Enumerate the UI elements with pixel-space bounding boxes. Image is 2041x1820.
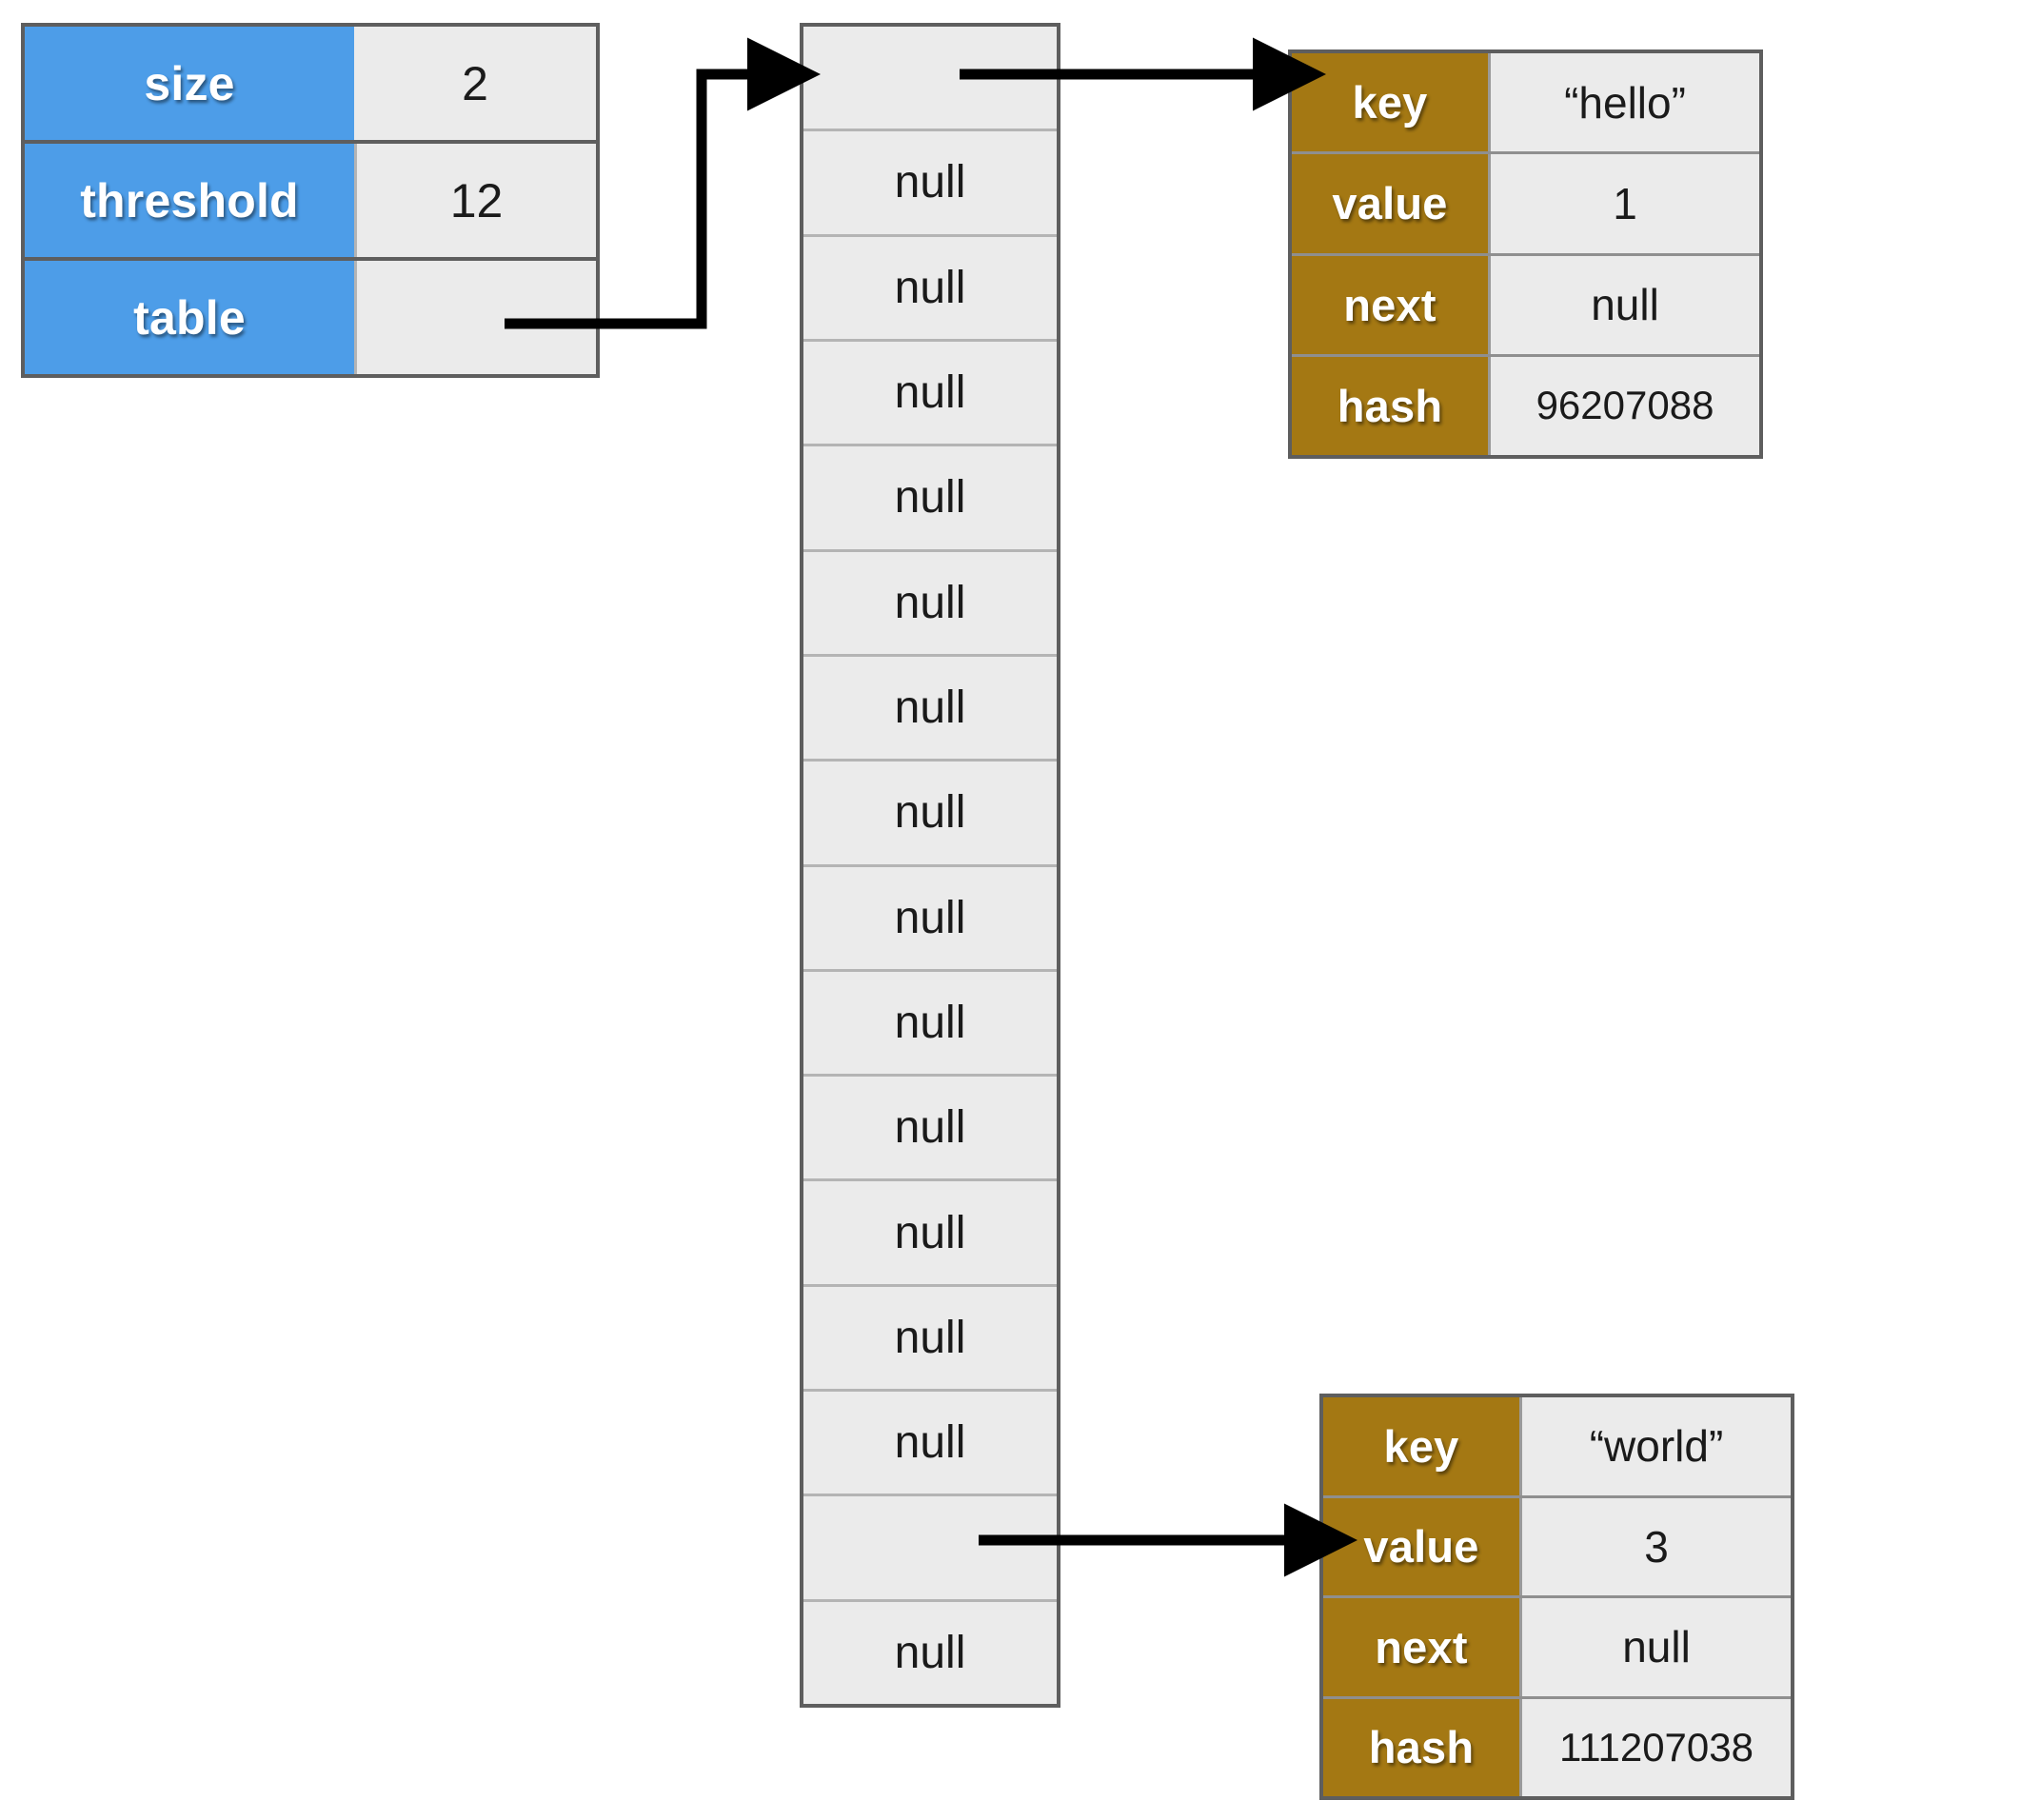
entry-world-field-hash: hash 111207038 [1323, 1698, 1791, 1796]
entry-node-world: key “world” value 3 next null hash 11120… [1319, 1394, 1794, 1800]
field-label-key: key [1292, 53, 1488, 152]
field-value-next: null [1519, 1598, 1791, 1696]
field-value-hash: 111207038 [1519, 1698, 1791, 1796]
field-label-next: next [1323, 1598, 1519, 1696]
bucket-cell-1: null [803, 131, 1057, 237]
bucket-cell-14 [803, 1496, 1057, 1602]
field-label-next: next [1292, 255, 1488, 354]
entry-hello-field-value: value 1 [1292, 154, 1759, 256]
bucket-cell-8: null [803, 866, 1057, 972]
field-label-table: table [25, 261, 354, 374]
field-label-value: value [1292, 154, 1488, 253]
bucket-cell-5: null [803, 551, 1057, 657]
hashmap-object: size 2 threshold 12 table [21, 23, 600, 378]
entry-hello-field-key: key “hello” [1292, 53, 1759, 155]
field-value-size: 2 [354, 27, 596, 140]
field-value-next: null [1488, 255, 1759, 354]
field-label-key: key [1323, 1397, 1519, 1495]
diagram-canvas: size 2 threshold 12 table null null null… [0, 0, 2041, 1820]
bucket-cell-2: null [803, 236, 1057, 342]
bucket-cell-12: null [803, 1286, 1057, 1393]
bucket-cell-7: null [803, 762, 1057, 867]
bucket-cell-15: null [803, 1601, 1057, 1704]
entry-hello-field-hash: hash 96207088 [1292, 356, 1759, 455]
field-value-threshold: 12 [354, 144, 596, 257]
bucket-cell-13: null [803, 1392, 1057, 1497]
entry-world-field-next: next null [1323, 1598, 1791, 1699]
field-label-hash: hash [1323, 1698, 1519, 1796]
field-value-table [354, 261, 596, 374]
hashmap-field-size: size 2 [25, 27, 596, 144]
bucket-cell-3: null [803, 341, 1057, 447]
bucket-cell-4: null [803, 446, 1057, 552]
bucket-cell-0 [803, 27, 1057, 132]
field-value-key: “hello” [1488, 53, 1759, 152]
entry-hello-field-next: next null [1292, 255, 1759, 357]
entry-node-hello: key “hello” value 1 next null hash 96207… [1288, 49, 1763, 459]
field-label-value: value [1323, 1497, 1519, 1595]
field-value-value: 1 [1488, 154, 1759, 253]
entry-world-field-key: key “world” [1323, 1397, 1791, 1498]
field-label-hash: hash [1292, 356, 1488, 455]
field-value-value: 3 [1519, 1497, 1791, 1595]
field-value-hash: 96207088 [1488, 356, 1759, 455]
hashmap-field-threshold: threshold 12 [25, 144, 596, 261]
field-value-key: “world” [1519, 1397, 1791, 1495]
bucket-cell-9: null [803, 971, 1057, 1078]
hashmap-field-table: table [25, 261, 596, 374]
bucket-cell-6: null [803, 656, 1057, 762]
entry-world-field-value: value 3 [1323, 1497, 1791, 1598]
bucket-cell-11: null [803, 1181, 1057, 1287]
field-label-size: size [25, 27, 354, 140]
field-label-threshold: threshold [25, 144, 354, 257]
bucket-cell-10: null [803, 1077, 1057, 1182]
bucket-array: null null null null null null null null … [800, 23, 1060, 1708]
